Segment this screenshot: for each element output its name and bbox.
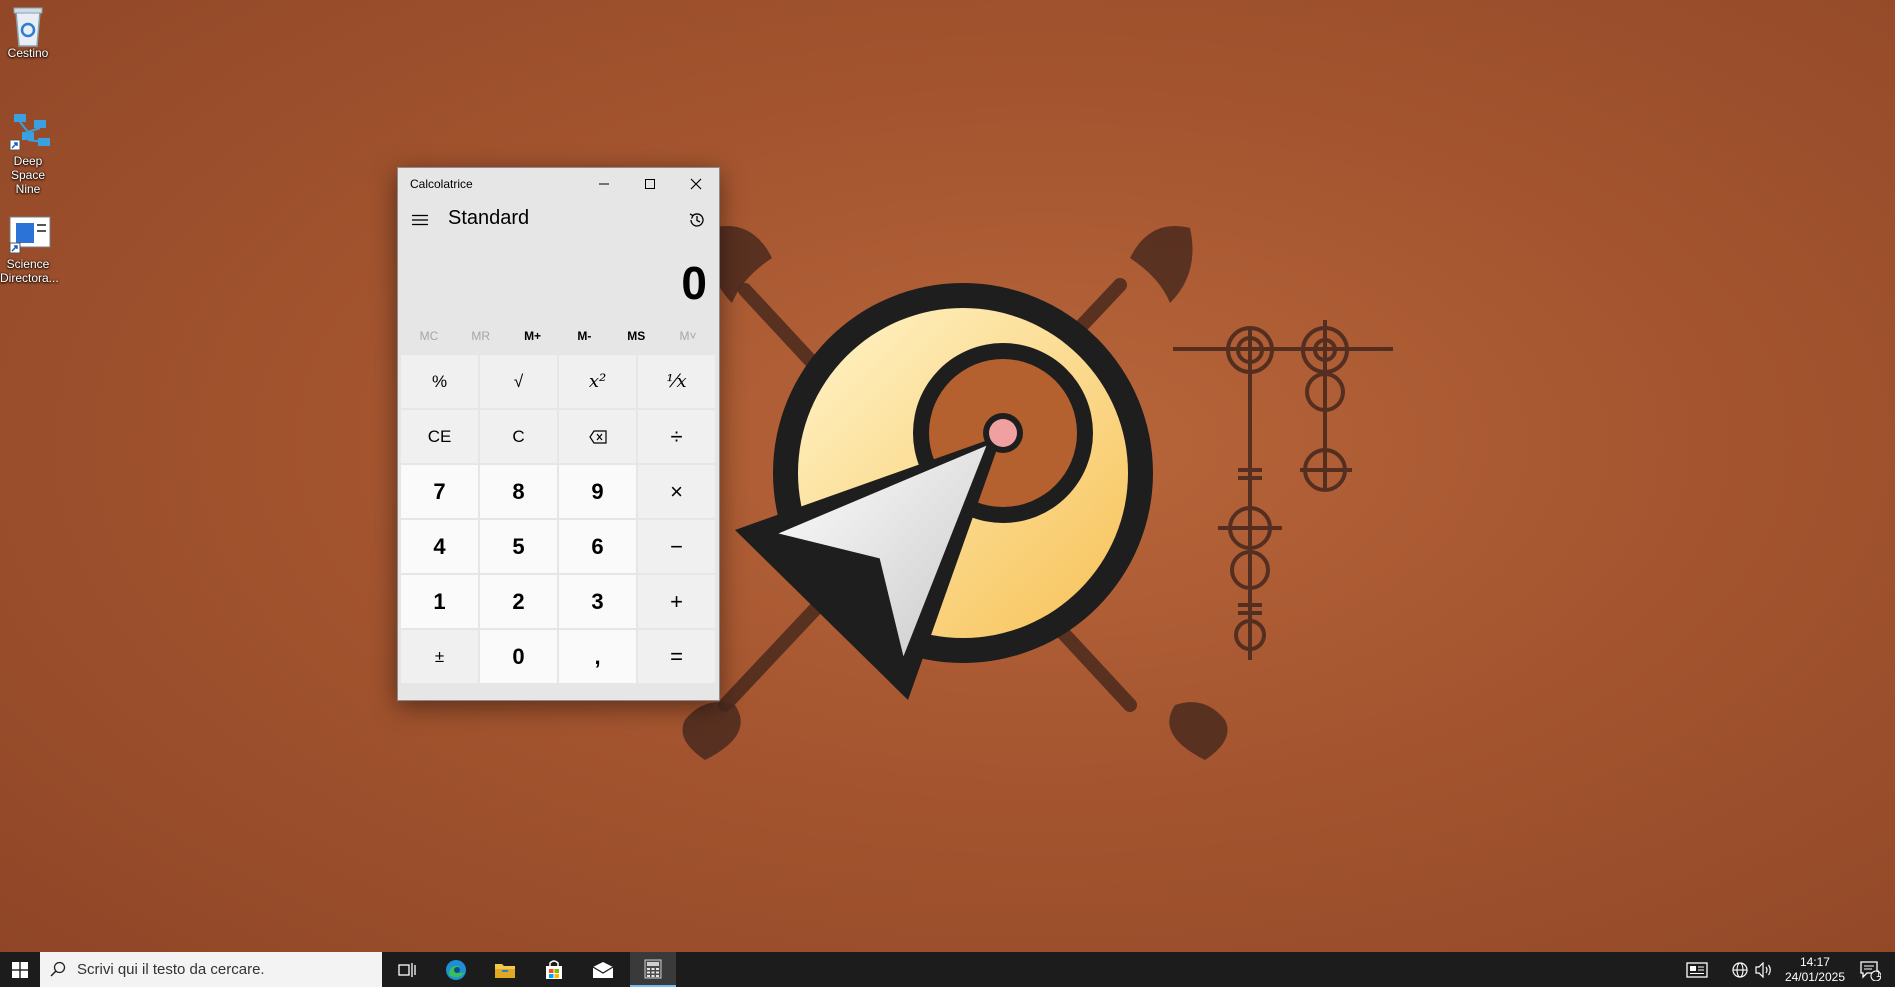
minimize-icon bbox=[599, 183, 609, 185]
app-shortcut-icon bbox=[8, 215, 51, 255]
taskbar-clock[interactable]: 14:17 24/01/2025 bbox=[1785, 955, 1845, 985]
store-bag-icon bbox=[546, 959, 562, 979]
desktop-icon-label: Deep Space Nine bbox=[10, 154, 46, 196]
news-icon bbox=[1686, 961, 1708, 978]
taskbar-search-box[interactable]: Scrivi qui il testo da cercare. bbox=[40, 952, 382, 987]
calculator-mode-title: Standard bbox=[448, 207, 530, 229]
taskbar-calculator-button[interactable] bbox=[630, 952, 676, 987]
add-button[interactable]: + bbox=[638, 575, 715, 628]
display-value: 0 bbox=[681, 257, 707, 309]
desktop-icon-deep-space-nine[interactable]: Deep Space Nine bbox=[0, 112, 56, 196]
square-root-button[interactable]: √ bbox=[480, 355, 557, 408]
volume-button[interactable] bbox=[1752, 952, 1776, 987]
digit-6-button[interactable]: 6 bbox=[559, 520, 636, 573]
square-button[interactable]: x² bbox=[559, 355, 636, 408]
maximize-button[interactable] bbox=[627, 168, 673, 200]
clock-date: 24/01/2025 bbox=[1784, 970, 1845, 984]
keypad: % √ x² ⅟x CE C ÷ 7 8 9 × 4 5 6 − 1 2 3 +… bbox=[398, 353, 719, 683]
network-shortcut-icon bbox=[8, 112, 50, 152]
percent-button[interactable]: % bbox=[401, 355, 478, 408]
desktop-icon-science-directorate[interactable]: Science Directora... bbox=[0, 215, 59, 285]
close-button[interactable] bbox=[673, 168, 719, 200]
action-center-button[interactable]: 1 bbox=[1852, 952, 1888, 987]
result-display: 0 bbox=[398, 240, 719, 320]
digit-8-button[interactable]: 8 bbox=[480, 465, 557, 518]
calculator-header: Standard bbox=[398, 200, 719, 240]
clock-time: 14:17 bbox=[1799, 955, 1830, 969]
news-and-interests-button[interactable] bbox=[1680, 952, 1714, 987]
digit-5-button[interactable]: 5 bbox=[480, 520, 557, 573]
navigation-menu-button[interactable] bbox=[410, 210, 430, 230]
close-icon bbox=[690, 178, 702, 190]
decimal-separator-button[interactable]: , bbox=[559, 630, 636, 683]
task-view-icon bbox=[398, 962, 416, 977]
speaker-icon bbox=[1755, 961, 1771, 978]
history-button[interactable] bbox=[685, 208, 709, 232]
search-icon bbox=[50, 961, 66, 977]
folder-icon bbox=[495, 963, 515, 978]
history-icon bbox=[689, 213, 704, 227]
digit-3-button[interactable]: 3 bbox=[559, 575, 636, 628]
taskbar-store-button[interactable] bbox=[531, 952, 577, 987]
reciprocal-button[interactable]: ⅟x bbox=[638, 355, 715, 408]
digit-7-button[interactable]: 7 bbox=[401, 465, 478, 518]
digit-9-button[interactable]: 9 bbox=[559, 465, 636, 518]
taskbar-edge-button[interactable] bbox=[433, 952, 479, 987]
memory-add-button[interactable]: M+ bbox=[507, 320, 559, 353]
backspace-button[interactable] bbox=[559, 410, 636, 463]
negate-button[interactable]: ± bbox=[401, 630, 478, 683]
desktop: Cestino Deep Space Nine Science Director… bbox=[0, 0, 1895, 952]
subtract-button[interactable]: − bbox=[638, 520, 715, 573]
search-placeholder: Scrivi qui il testo da cercare. bbox=[77, 961, 265, 978]
maximize-icon bbox=[645, 179, 655, 189]
desktop-icon-label: Cestino bbox=[7, 46, 49, 60]
mail-envelope-icon bbox=[592, 961, 614, 978]
digit-1-button[interactable]: 1 bbox=[401, 575, 478, 628]
desktop-icon-label: Science Directora... bbox=[0, 257, 59, 285]
hamburger-icon bbox=[412, 214, 428, 226]
minimize-button[interactable] bbox=[581, 168, 627, 200]
divide-button[interactable]: ÷ bbox=[638, 410, 715, 463]
title-bar[interactable]: Calcolatrice bbox=[398, 168, 719, 200]
window-title: Calcolatrice bbox=[410, 177, 473, 191]
digit-4-button[interactable]: 4 bbox=[401, 520, 478, 573]
calculator-icon bbox=[644, 959, 662, 979]
wallpaper-image bbox=[682, 226, 1393, 760]
multiply-button[interactable]: × bbox=[638, 465, 715, 518]
memory-list-button[interactable]: M˅ bbox=[662, 320, 714, 353]
equals-button[interactable]: = bbox=[638, 630, 715, 683]
globe-icon bbox=[1732, 961, 1748, 978]
clear-entry-button[interactable]: CE bbox=[401, 410, 478, 463]
memory-clear-button[interactable]: MC bbox=[403, 320, 455, 353]
digit-0-button[interactable]: 0 bbox=[480, 630, 557, 683]
start-button[interactable] bbox=[0, 952, 40, 987]
taskbar: Scrivi qui il testo da cercare. 14:17 24… bbox=[0, 952, 1895, 987]
calculator-window: Calcolatrice Standard 0 MC MR M+ M- MS M… bbox=[397, 167, 720, 701]
memory-bar: MC MR M+ M- MS M˅ bbox=[398, 320, 719, 353]
memory-store-button[interactable]: MS bbox=[610, 320, 662, 353]
memory-subtract-button[interactable]: M- bbox=[558, 320, 610, 353]
memory-recall-button[interactable]: MR bbox=[455, 320, 507, 353]
clear-button[interactable]: C bbox=[480, 410, 557, 463]
windows-logo-icon bbox=[12, 961, 28, 978]
network-status-button[interactable] bbox=[1728, 952, 1752, 987]
notification-count: 1 bbox=[1876, 969, 1882, 979]
edge-browser-icon bbox=[446, 959, 466, 980]
taskbar-mail-button[interactable] bbox=[580, 952, 626, 987]
digit-2-button[interactable]: 2 bbox=[480, 575, 557, 628]
desktop-icon-recycle-bin[interactable]: Cestino bbox=[0, 4, 56, 60]
taskbar-file-explorer-button[interactable] bbox=[482, 952, 528, 987]
backspace-icon bbox=[588, 429, 607, 444]
recycle-bin-icon bbox=[8, 4, 48, 47]
task-view-button[interactable] bbox=[384, 952, 430, 987]
